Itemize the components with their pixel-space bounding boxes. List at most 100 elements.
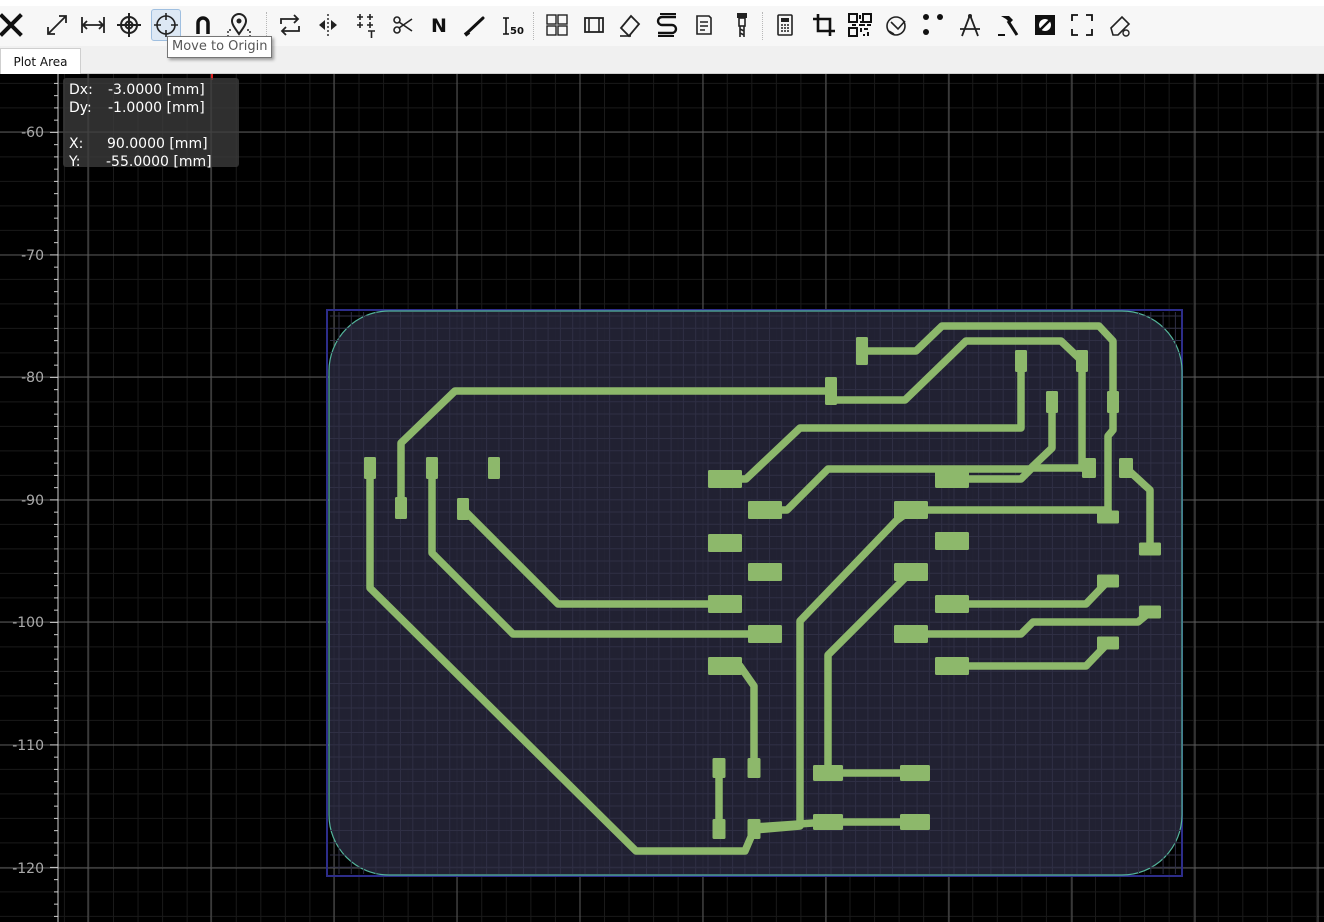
- draw-line-button[interactable]: [460, 9, 490, 41]
- y-tick-label: -120: [12, 861, 44, 877]
- invert-square-icon: [1035, 15, 1055, 35]
- iso-icon: 50: [503, 17, 524, 37]
- milling-button[interactable]: [727, 9, 757, 41]
- copper-pad[interactable]: [894, 625, 928, 643]
- map-pin-icon: [227, 13, 251, 38]
- x-close-icon: [0, 13, 23, 37]
- mirror-button[interactable]: [313, 9, 343, 41]
- copper-pad[interactable]: [813, 765, 843, 781]
- dy-value: -1.0000 [mm]: [108, 100, 205, 116]
- copper-pad[interactable]: [825, 377, 837, 405]
- paint-diamond-icon: [619, 14, 641, 38]
- copper-pad[interactable]: [426, 457, 438, 479]
- align-points-icon: [357, 14, 375, 38]
- transform-button[interactable]: [275, 9, 305, 41]
- magnet-icon: [196, 16, 210, 34]
- copper-pad[interactable]: [748, 625, 782, 643]
- qrcode-button[interactable]: [845, 9, 875, 41]
- copper-pad[interactable]: [1097, 636, 1119, 650]
- copper-pad[interactable]: [748, 501, 782, 519]
- report-button[interactable]: [689, 9, 719, 41]
- corners-icon: [1071, 14, 1093, 36]
- copper-pad[interactable]: [1076, 350, 1088, 372]
- film-button[interactable]: [579, 9, 609, 41]
- copper-pad[interactable]: [1139, 605, 1161, 619]
- copper-pad[interactable]: [708, 595, 742, 613]
- copper-pad[interactable]: [900, 765, 930, 781]
- copper-pad[interactable]: [1097, 510, 1119, 524]
- distance-measure-icon: [81, 17, 105, 33]
- coordinate-readout: Dx: -3.0000 [mm] Dy: -1.0000 [mm] X: 90.…: [63, 78, 239, 170]
- cut-button[interactable]: [388, 9, 418, 41]
- toolbar-separator: [533, 12, 535, 40]
- invert-button[interactable]: [1030, 9, 1060, 41]
- copper-thieving-button[interactable]: [652, 9, 682, 41]
- copper-pad[interactable]: [1046, 391, 1058, 413]
- tooltip: Move to Origin: [167, 36, 273, 58]
- y-tick-label: -90: [21, 493, 44, 509]
- document-icon: [696, 15, 712, 35]
- plot-canvas[interactable]: -60 -70 -80 -90 -100 -110 -120: [0, 74, 1324, 922]
- y-value: -55.0000 [mm]: [106, 154, 212, 170]
- iso-button[interactable]: 50: [497, 9, 527, 41]
- copper-pad[interactable]: [747, 758, 761, 778]
- copper-pad[interactable]: [1015, 350, 1027, 372]
- resize-button[interactable]: [42, 9, 72, 41]
- delete-button[interactable]: [0, 9, 26, 41]
- compass-button[interactable]: [955, 9, 985, 41]
- copper-pad[interactable]: [1082, 458, 1096, 478]
- extract-button[interactable]: [1105, 9, 1135, 41]
- y-tick-label: -80: [21, 370, 44, 386]
- fullscreen-button[interactable]: [1067, 9, 1097, 41]
- points-button[interactable]: [918, 9, 948, 41]
- copper-pad[interactable]: [1107, 391, 1119, 413]
- copper-pad[interactable]: [708, 534, 742, 552]
- distance-button[interactable]: [78, 9, 108, 41]
- panelize-button[interactable]: [542, 9, 572, 41]
- copper-pad[interactable]: [1119, 458, 1133, 478]
- diagonal-arrows-icon: [47, 15, 67, 35]
- copper-pad[interactable]: [935, 470, 969, 488]
- copper-pad[interactable]: [708, 657, 742, 675]
- y-tick-label: -110: [12, 738, 44, 754]
- copper-pad[interactable]: [900, 814, 930, 830]
- copper-pad[interactable]: [712, 819, 726, 839]
- copper-pad[interactable]: [747, 819, 761, 839]
- copper-pad[interactable]: [894, 563, 928, 581]
- north-button[interactable]: N: [424, 9, 454, 41]
- hammer-button[interactable]: [993, 9, 1023, 41]
- copper-pad[interactable]: [894, 501, 928, 519]
- copper-pad[interactable]: [488, 457, 500, 479]
- copper-pad[interactable]: [1097, 574, 1119, 588]
- copper-pad[interactable]: [1139, 542, 1161, 556]
- copper-pad[interactable]: [395, 497, 407, 519]
- copper-pad[interactable]: [708, 470, 742, 488]
- svg-text:50: 50: [510, 26, 524, 37]
- panel-grid-icon: [546, 14, 568, 36]
- paint-button[interactable]: [615, 9, 645, 41]
- calculator-button[interactable]: [770, 9, 800, 41]
- copper-pad[interactable]: [712, 758, 726, 778]
- letter-n-icon: N: [431, 15, 447, 37]
- copper-pad[interactable]: [935, 595, 969, 613]
- calculator-icon: [777, 14, 793, 36]
- x-label: X:: [69, 136, 84, 152]
- copper-pad[interactable]: [935, 532, 969, 550]
- plot-area[interactable]: -60 -70 -80 -90 -100 -110 -120 Dx: -3.0000 [mm…: [0, 74, 1324, 922]
- rules-check-button[interactable]: [882, 9, 912, 41]
- set-origin-button[interactable]: [114, 9, 144, 41]
- dy-label: Dy:: [69, 100, 92, 116]
- copper-pad[interactable]: [935, 657, 969, 675]
- dx-label: Dx:: [69, 82, 93, 98]
- y-tick-label: -70: [21, 248, 44, 264]
- hammer-icon: [998, 16, 1019, 36]
- copper-pad[interactable]: [856, 337, 868, 365]
- crop-button[interactable]: [809, 9, 839, 41]
- compass-icon: [960, 14, 980, 37]
- align-button[interactable]: [350, 9, 380, 41]
- copper-pad[interactable]: [748, 563, 782, 581]
- copper-pad[interactable]: [364, 457, 376, 479]
- copper-pad[interactable]: [457, 498, 469, 520]
- copper-pad[interactable]: [813, 814, 843, 830]
- tab-plot-area[interactable]: Plot Area: [0, 48, 81, 74]
